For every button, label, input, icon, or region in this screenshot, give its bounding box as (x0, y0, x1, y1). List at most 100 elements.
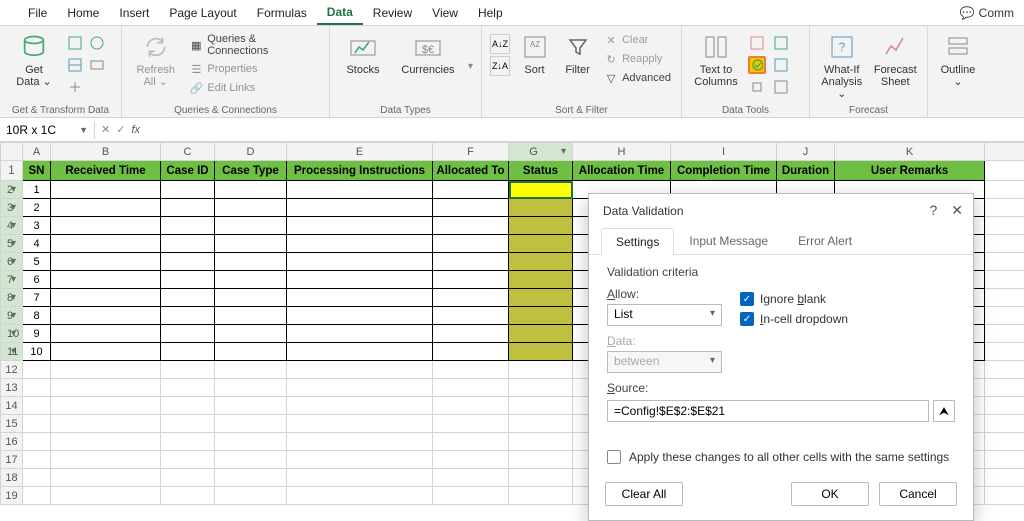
funnel-icon (563, 32, 593, 62)
ignore-blank-checkbox[interactable]: ✓Ignore blank (740, 292, 848, 306)
range-picker-button[interactable]: ⮝ (933, 400, 955, 422)
clear-icon: ✕ (604, 33, 618, 47)
get-data-button[interactable]: Get Data ⌄ (8, 28, 60, 88)
close-button[interactable]: ✕ (951, 202, 963, 219)
flash-fill-icon[interactable] (748, 34, 766, 52)
ok-button[interactable]: OK (791, 482, 869, 506)
properties-button[interactable]: ☰Properties (187, 61, 321, 77)
cell-G2[interactable] (509, 181, 573, 199)
tab-file[interactable]: File (18, 2, 57, 24)
outline-button[interactable]: Outline ⌄ (936, 28, 980, 88)
tab-input-message[interactable]: Input Message (674, 227, 783, 254)
data-model-icon[interactable] (772, 78, 790, 96)
tab-formulas[interactable]: Formulas (247, 2, 317, 24)
cancel-formula-icon[interactable]: ✕ (101, 123, 110, 136)
advanced-filter-button[interactable]: ▽Advanced (602, 70, 673, 86)
stocks-icon (348, 32, 378, 62)
comments-button[interactable]: 💬 Comm (954, 4, 1020, 22)
apply-all-checkbox[interactable] (607, 450, 621, 464)
header-row: 1 SNReceived TimeCase ID Case TypeProces… (1, 161, 1024, 181)
from-text-icon[interactable] (66, 34, 84, 52)
getdata-mini-buttons (66, 28, 106, 96)
dialog-title: Data Validation (603, 204, 684, 218)
col-D[interactable]: D (215, 143, 287, 161)
col-H[interactable]: H (573, 143, 671, 161)
sort-button[interactable]: AZ Sort (516, 28, 553, 76)
svg-text:$€: $€ (422, 44, 434, 56)
criteria-label: Validation criteria (607, 265, 955, 279)
clear-all-button[interactable]: Clear All (605, 482, 683, 506)
select-all[interactable] (1, 143, 23, 161)
remove-dup-icon[interactable] (772, 34, 790, 52)
from-web-icon[interactable] (88, 34, 106, 52)
group-label-qc: Queries & Connections (130, 104, 321, 116)
data-label: Data: (607, 334, 722, 348)
sort-desc-button[interactable]: Z↓A (490, 56, 510, 76)
col-J[interactable]: J (777, 143, 835, 161)
cancel-button[interactable]: Cancel (879, 482, 957, 506)
database-icon (19, 32, 49, 62)
reapply-button[interactable]: ↻Reapply (602, 51, 673, 67)
col-I[interactable]: I (671, 143, 777, 161)
currencies-icon: $€ (413, 32, 443, 62)
sort-icon: AZ (520, 32, 550, 62)
stocks-button[interactable]: Stocks (338, 28, 388, 76)
chevron-down-icon: ▼ (79, 125, 88, 135)
clear-filter-button[interactable]: ✕Clear (602, 32, 673, 48)
forecast-icon (880, 32, 910, 62)
formula-bar: 10R x 1C▼ ✕ ✓ fx (0, 118, 1024, 142)
forecast-sheet-button[interactable]: Forecast Sheet (872, 28, 920, 88)
filter-button[interactable]: Filter (559, 28, 596, 76)
relationships-icon[interactable] (748, 78, 766, 96)
links-icon: 🔗 (189, 81, 203, 95)
advanced-icon: ▽ (604, 71, 618, 85)
tab-insert[interactable]: Insert (109, 2, 159, 24)
queries-connections-button[interactable]: ▦Queries & Connections (187, 32, 321, 58)
tab-review[interactable]: Review (363, 2, 422, 24)
group-label-datatools: Data Tools (690, 104, 801, 116)
tab-home[interactable]: Home (57, 2, 109, 24)
refresh-all-button[interactable]: Refresh All ⌄ (130, 28, 181, 88)
source-label: Source: (607, 381, 955, 395)
col-L[interactable] (985, 143, 1024, 161)
reapply-icon: ↻ (604, 52, 618, 66)
tab-settings[interactable]: Settings (601, 228, 674, 255)
data-validation-button[interactable] (748, 56, 766, 74)
whatif-button[interactable]: ? What-If Analysis ⌄ (818, 28, 866, 100)
sort-asc-button[interactable]: A↓Z (490, 34, 510, 54)
datatypes-overflow[interactable]: ▾ (468, 61, 473, 72)
from-table-icon[interactable] (66, 56, 84, 74)
text-columns-icon (701, 32, 731, 62)
connections-icon: ▦ (189, 38, 203, 52)
help-button[interactable]: ? (929, 202, 937, 219)
incell-dropdown-checkbox[interactable]: ✓In-cell dropdown (740, 312, 848, 326)
name-box[interactable]: 10R x 1C▼ (0, 121, 95, 139)
text-to-columns-button[interactable]: Text to Columns (690, 28, 742, 88)
tab-page-layout[interactable]: Page Layout (159, 2, 246, 24)
ribbon-tabbar: File Home Insert Page Layout Formulas Da… (0, 0, 1024, 26)
recent-sources-icon[interactable] (88, 56, 106, 74)
col-E[interactable]: E (287, 143, 433, 161)
tab-data[interactable]: Data (317, 1, 363, 25)
col-B[interactable]: B (51, 143, 161, 161)
tab-error-alert[interactable]: Error Alert (783, 227, 867, 254)
col-F[interactable]: F (433, 143, 509, 161)
currencies-button[interactable]: $€ Currencies (402, 28, 454, 76)
allow-select[interactable]: List (607, 304, 722, 326)
enter-formula-icon[interactable]: ✓ (116, 123, 125, 136)
source-input[interactable] (607, 400, 929, 422)
col-G[interactable]: G (509, 143, 573, 161)
fx-icon[interactable]: fx (131, 124, 140, 136)
dialog-tabs: Settings Input Message Error Alert (589, 227, 973, 255)
existing-conn-icon[interactable] (66, 78, 84, 96)
edit-links-button[interactable]: 🔗Edit Links (187, 80, 321, 96)
consolidate-icon[interactable] (772, 56, 790, 74)
col-A[interactable]: A (23, 143, 51, 161)
apply-all-label: Apply these changes to all other cells w… (629, 450, 949, 464)
col-C[interactable]: C (161, 143, 215, 161)
ribbon: Get Data ⌄ Get & Transform Data Refresh … (0, 26, 1024, 118)
col-K[interactable]: K (835, 143, 985, 161)
group-label-sortfilter: Sort & Filter (490, 104, 673, 116)
tab-help[interactable]: Help (468, 2, 513, 24)
tab-view[interactable]: View (422, 2, 468, 24)
